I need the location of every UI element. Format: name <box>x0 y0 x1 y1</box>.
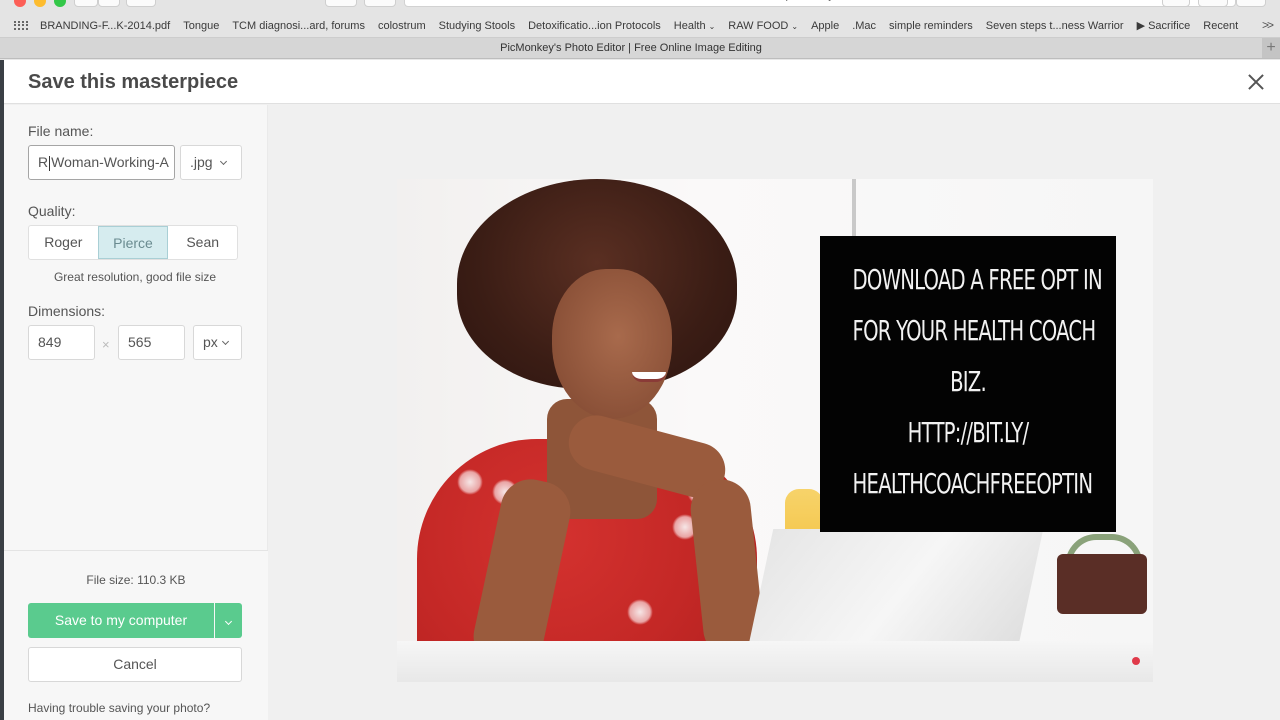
file-name-prefix: R <box>38 154 49 170</box>
tabs-overview-button[interactable] <box>1236 0 1266 7</box>
zoom-window-button[interactable] <box>54 0 66 7</box>
bookmark-item[interactable]: BRANDING-F...K-2014.pdf <box>40 20 170 32</box>
photo-dress-flower <box>627 599 653 625</box>
bookmark-item[interactable]: Detoxificatio...ion Protocols <box>528 20 661 32</box>
bookmark-item[interactable]: Apple <box>811 20 839 32</box>
width-input[interactable]: 849 <box>28 325 95 360</box>
image-preview: DOWNLOAD A FREE OPT IN FOR YOUR HEALTH C… <box>397 179 1153 682</box>
close-window-button[interactable] <box>14 0 26 7</box>
dimensions-label: Dimensions: <box>28 303 106 319</box>
photo-dress-flower <box>457 469 483 495</box>
file-name-input[interactable]: R Woman-Working-A <box>28 145 175 180</box>
sidebar-toggle-button[interactable] <box>126 0 156 7</box>
format-value: .jpg <box>190 154 213 170</box>
minimize-window-button[interactable] <box>34 0 46 7</box>
apps-grid-icon[interactable] <box>14 20 28 31</box>
bookmark-item[interactable]: Studying Stools <box>439 20 515 32</box>
times-separator: × <box>102 337 110 352</box>
height-input[interactable]: 565 <box>118 325 185 360</box>
quality-option-sean[interactable]: Sean <box>168 226 237 259</box>
dialog-header: Save this masterpiece <box>4 60 1280 104</box>
new-tab-button[interactable]: + <box>1262 38 1280 58</box>
bookmark-item[interactable]: ▶ Sacrifice <box>1137 19 1191 32</box>
browser-toolbar: picmonkey.com <box>0 0 1280 14</box>
share-button[interactable] <box>1198 0 1228 7</box>
overlay-line: HTTP://BIT.LY/ <box>907 416 1030 449</box>
bookmark-item[interactable]: Tongue <box>183 20 219 32</box>
chevron-down-icon <box>224 617 233 626</box>
chevron-down-icon <box>221 337 229 346</box>
quality-option-pierce[interactable]: Pierce <box>97 226 169 259</box>
text-cursor <box>49 155 51 171</box>
overlay-line: FOR YOUR HEALTH COACH <box>852 314 1097 347</box>
photo-pushpin <box>1132 657 1140 665</box>
close-icon[interactable] <box>1246 72 1266 92</box>
bookmark-item[interactable]: TCM diagnosi...ard, forums <box>232 20 365 32</box>
bookmark-item[interactable]: Recent <box>1203 20 1238 32</box>
unit-select[interactable]: px <box>193 325 242 360</box>
file-size: File size: 110.3 KB <box>86 573 186 587</box>
photo-smile <box>632 372 666 382</box>
address-bar[interactable]: picmonkey.com <box>404 0 1236 7</box>
bookmark-item[interactable]: Seven steps t...ness Warrior <box>986 20 1124 32</box>
promo-text-overlay: DOWNLOAD A FREE OPT IN FOR YOUR HEALTH C… <box>820 236 1116 532</box>
more-bookmarks-icon[interactable]: >> <box>1262 18 1274 32</box>
dialog-title: Save this masterpiece <box>28 71 239 93</box>
bookmarks-bar: BRANDING-F...K-2014.pdf Tongue TCM diagn… <box>0 14 1280 38</box>
photo-plant-pot <box>1057 554 1147 614</box>
unit-value: px <box>203 334 218 350</box>
bookmark-item[interactable]: .Mac <box>852 20 876 32</box>
save-dialog: Save this masterpiece File name: R Woman-… <box>4 60 1280 720</box>
overlay-line: DOWNLOAD A FREE OPT IN <box>852 263 1103 296</box>
downloads-button[interactable] <box>1162 0 1190 7</box>
tab-bar: PicMonkey's Photo Editor | Free Online I… <box>0 38 1280 59</box>
save-to-computer-button[interactable]: Save to my computer <box>28 603 214 638</box>
chevron-down-icon: ⌄ <box>708 21 716 31</box>
overlay-line: BIZ. <box>950 365 987 398</box>
chevron-down-icon: ⌄ <box>791 21 799 31</box>
active-tab[interactable]: PicMonkey's Photo Editor | Free Online I… <box>0 38 1262 58</box>
file-name-label: File name: <box>28 123 94 139</box>
chevron-down-icon <box>219 157 227 166</box>
photo-face <box>552 269 672 419</box>
bookmark-item[interactable]: simple reminders <box>889 20 973 32</box>
bookmark-item[interactable]: colostrum <box>378 20 426 32</box>
trouble-saving-text: Having trouble saving your photo? <box>28 701 211 715</box>
photo-window-frame <box>852 179 856 239</box>
save-actions: File size: 110.3 KB Save to my computer … <box>4 550 268 720</box>
quality-option-roger[interactable]: Roger <box>29 226 98 259</box>
cancel-button[interactable]: Cancel <box>28 647 242 682</box>
settings-button[interactable] <box>325 0 357 7</box>
quality-label: Quality: <box>28 203 76 219</box>
forward-button[interactable] <box>98 0 120 7</box>
quality-description: Great resolution, good file size <box>53 270 217 284</box>
save-options-panel: File name: R Woman-Working-A .jpg Quality… <box>4 105 268 720</box>
overlay-line: HEALTHCOACHFREEOPTIN <box>852 467 1093 500</box>
back-button[interactable] <box>74 0 98 7</box>
bookmark-folder-health[interactable]: Health ⌄ <box>674 20 716 32</box>
format-select[interactable]: .jpg <box>180 145 242 180</box>
file-name-text: Woman-Working-A <box>51 154 169 170</box>
quality-selector: Roger Pierce Sean <box>28 225 238 260</box>
save-options-dropdown[interactable] <box>215 603 242 638</box>
extension-button[interactable] <box>364 0 396 7</box>
photo-desk <box>397 641 1153 682</box>
bookmark-folder-raw-food[interactable]: RAW FOOD ⌄ <box>728 20 798 32</box>
